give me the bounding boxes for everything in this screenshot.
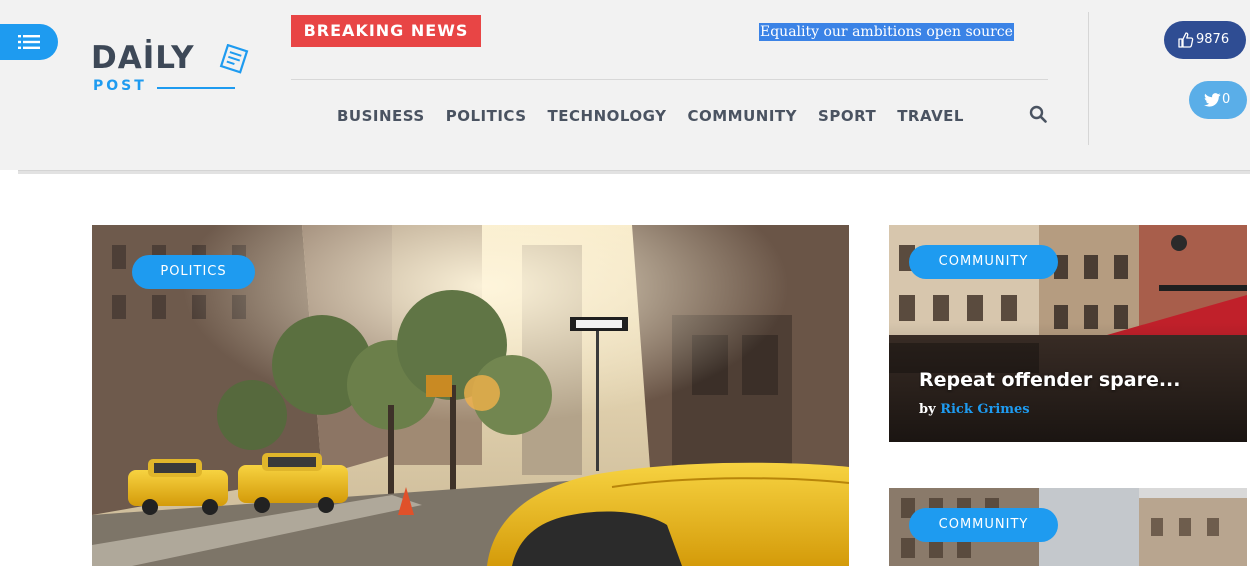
nav-item-community[interactable]: COMMUNITY: [688, 104, 798, 128]
nav-divider: [291, 79, 1048, 80]
category-tag-politics[interactable]: POLITICS: [132, 255, 255, 289]
facebook-like-button[interactable]: 9876: [1164, 21, 1246, 59]
author-link[interactable]: Rick Grimes: [940, 402, 1029, 417]
twitter-button[interactable]: 0: [1189, 81, 1247, 119]
menu-button[interactable]: [0, 24, 58, 60]
like-count: 9876: [1196, 32, 1230, 47]
nav-item-travel[interactable]: TRAVEL: [897, 104, 964, 128]
header-divider: [1088, 12, 1089, 145]
category-tag-community[interactable]: COMMUNITY: [909, 245, 1058, 279]
header-bottom-rule: [18, 170, 1250, 174]
logo-sub-text: POST: [93, 78, 147, 94]
nav-item-technology[interactable]: TECHNOLOGY: [548, 104, 667, 128]
nav-item-politics[interactable]: POLITICS: [446, 104, 527, 128]
newspaper-icon: [219, 44, 249, 74]
thumbs-up-icon: [1178, 32, 1194, 48]
card-byline: by Rick Grimes: [919, 401, 1030, 419]
byline-prefix: by: [919, 402, 936, 417]
search-icon[interactable]: [1029, 105, 1047, 123]
site-logo[interactable]: DAİLY POST: [91, 40, 251, 100]
side-article-card[interactable]: COMMUNITY: [889, 488, 1247, 566]
breaking-news-label: BREAKING NEWS: [291, 15, 481, 47]
tweet-count: 0: [1222, 92, 1231, 107]
news-ticker-headline[interactable]: Equality our ambitions open source: [759, 23, 1014, 41]
main-nav: BUSINESS POLITICS TECHNOLOGY COMMUNITY S…: [337, 104, 964, 128]
logo-main-text: DAİLY: [91, 40, 195, 76]
twitter-icon: [1204, 93, 1221, 107]
category-tag-community[interactable]: COMMUNITY: [909, 508, 1058, 542]
card-title[interactable]: Repeat offender spare...: [919, 367, 1219, 393]
logo-underline: [157, 87, 235, 89]
site-header: DAİLY POST BREAKING NEWS Equality our am…: [0, 0, 1250, 170]
hamburger-icon: [18, 35, 40, 49]
hero-article[interactable]: POLITICS: [92, 225, 849, 566]
side-article-card[interactable]: COMMUNITY Repeat offender spare... by Ri…: [889, 225, 1247, 442]
nav-item-business[interactable]: BUSINESS: [337, 104, 425, 128]
nav-item-sport[interactable]: SPORT: [818, 104, 876, 128]
